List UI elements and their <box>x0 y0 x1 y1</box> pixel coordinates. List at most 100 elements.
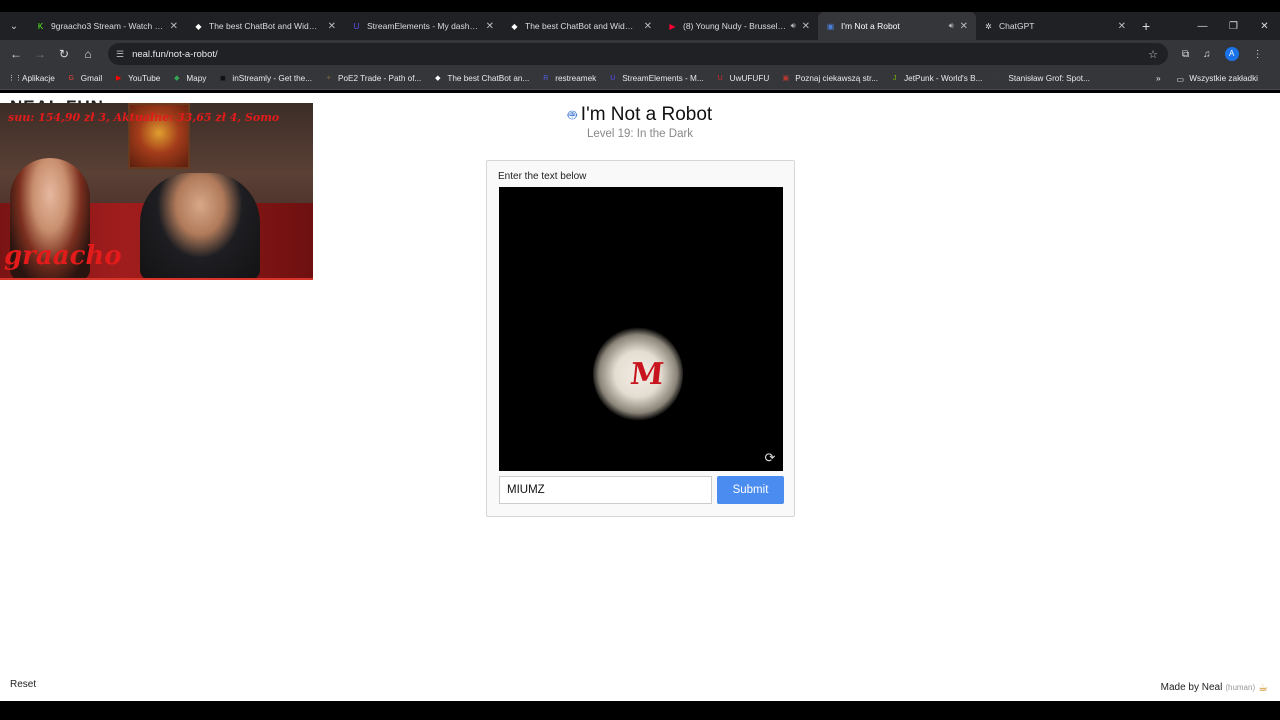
browser-tab[interactable]: ▶ (8) Young Nudy - Brussel Sp 🔊︎ ✕ <box>660 12 818 40</box>
restore-icon[interactable]: ❐ <box>1218 21 1249 32</box>
bookmark-item[interactable]: G Gmail <box>67 74 103 83</box>
bookmark-item[interactable]: U StreamElements - M... <box>608 74 703 83</box>
toolbar-actions: ⧉ ♫ A ⋮ <box>1182 47 1263 61</box>
tab-title: ChatGPT <box>999 21 1035 31</box>
page-title-text: I'm Not a Robot <box>580 104 713 125</box>
bookmark-label: JetPunk - World's B... <box>904 74 983 83</box>
reload-icon[interactable]: ↻ <box>52 47 76 61</box>
bookmark-favicon-icon: ✦ <box>325 75 332 82</box>
bookmark-favicon-icon: ⋮⋮ <box>8 75 22 82</box>
captcha-image[interactable]: M ⟳ <box>499 187 783 471</box>
bookmark-item[interactable]: ◦ Stanisław Grof: Spot... <box>994 74 1090 83</box>
bookmark-favicon-icon: J <box>892 75 897 82</box>
bookmark-favicon-icon: ◆ <box>174 75 180 82</box>
browser-tab[interactable]: ✲ ChatGPT ✕ <box>976 12 1134 40</box>
media-controls-icon[interactable]: ♫ <box>1203 49 1211 60</box>
captcha-card: Enter the text below M ⟳ MIUMZ Submit <box>486 160 795 517</box>
bookmark-item[interactable]: ◆ The best ChatBot an... <box>433 74 529 83</box>
extensions-icon[interactable]: ⧉ <box>1182 49 1189 60</box>
bookmark-item[interactable]: ◆ Mapy <box>172 74 206 83</box>
bookmark-favicon-icon: ▣ <box>782 75 790 82</box>
window-controls: — ❐ ✕ <box>1187 12 1280 40</box>
bookmark-favicon-icon: ◦ <box>997 75 1001 82</box>
more-bookmarks-icon[interactable]: » <box>1156 74 1161 83</box>
bookmark-star-icon[interactable]: ☆ <box>1148 48 1158 61</box>
tab-strip: ⌄ K 9graacho3 Stream - Watch Live ✕ ◆ The be… <box>0 12 1280 40</box>
tab-favicon-icon: U <box>353 21 360 31</box>
bookmark-item[interactable]: U UwUFUFU <box>716 74 770 83</box>
home-icon[interactable]: ⌂ <box>76 47 100 61</box>
bookmark-favicon-icon: G <box>68 75 74 82</box>
all-bookmarks-label: Wszystkie zakładki <box>1189 74 1258 83</box>
bookmark-label: Gmail <box>80 74 103 83</box>
tab-close-icon[interactable]: ✕ <box>328 21 336 32</box>
tab-close-icon[interactable]: ✕ <box>644 21 652 32</box>
folder-icon: ▭ <box>1176 74 1185 84</box>
browser-tab[interactable]: U StreamElements - My dashboard ✕ <box>344 12 502 40</box>
bookmark-item[interactable]: ⋮⋮ Aplikacje <box>8 74 55 83</box>
bookmark-label: PoE2 Trade - Path of... <box>338 74 422 83</box>
browser-tab[interactable]: ◆ The best ChatBot and Widgets ✕ <box>502 12 660 40</box>
browser-tab[interactable]: K 9graacho3 Stream - Watch Live ✕ <box>28 12 186 40</box>
back-icon[interactable]: ← <box>4 47 28 61</box>
close-window-icon[interactable]: ✕ <box>1249 21 1280 32</box>
tab-close-icon[interactable]: ✕ <box>960 21 968 32</box>
tab-favicon-icon: ▣ <box>826 21 835 31</box>
all-bookmarks-folder[interactable]: ▭ Wszystkie zakładki <box>1177 74 1258 84</box>
tab-title: StreamElements - My dashboard <box>367 21 480 31</box>
made-by-credit[interactable]: Made by Neal (human) ☕︎ <box>1161 681 1268 694</box>
reset-button[interactable]: Reset <box>10 679 36 690</box>
bookmark-item[interactable]: J JetPunk - World's B... <box>890 74 983 83</box>
tab-audio-icon[interactable]: 🔊︎ <box>949 21 954 31</box>
bookmark-item[interactable]: ▣ Poznaj ciekawszą str... <box>781 74 878 83</box>
site-info-icon[interactable]: ☰ <box>116 49 124 60</box>
tab-search-icon[interactable]: ⌄ <box>6 18 22 34</box>
stream-name-text: graacho <box>4 241 122 271</box>
bookmark-label: Aplikacje <box>22 74 55 83</box>
tab-close-icon[interactable]: ✕ <box>802 21 810 32</box>
tab-close-icon[interactable]: ✕ <box>170 21 178 32</box>
robot-icon: 🤖︎ <box>567 107 577 124</box>
bookmark-label: inStreamly - Get the... <box>232 74 313 83</box>
bookmark-favicon-icon: ◼ <box>219 75 226 82</box>
bookmark-label: Poznaj ciekawszą str... <box>795 74 879 83</box>
address-bar[interactable]: ☰ neal.fun/not-a-robot/ ☆ <box>108 43 1168 65</box>
coffee-icon: ☕︎ <box>1258 682 1268 694</box>
bookmark-favicon-icon: ▶ <box>115 75 122 82</box>
bookmark-label: StreamElements - M... <box>622 74 704 83</box>
page-content: NEAL.FUN suu: 154,90 zł 3, Aktualne: 33,… <box>0 93 1280 701</box>
page-title: 🤖︎ I'm Not a Robot <box>0 104 1280 126</box>
refresh-captcha-icon[interactable]: ⟳ <box>763 451 777 465</box>
url-text: neal.fun/not-a-robot/ <box>132 48 218 60</box>
browser-toolbar: ← → ↻ ⌂ ☰ neal.fun/not-a-robot/ ☆ ⧉ ♫ A … <box>0 40 1280 68</box>
tab-title: The best ChatBot and Widgets <box>209 21 322 31</box>
minimize-icon[interactable]: — <box>1187 21 1218 32</box>
tab-audio-icon[interactable]: 🔊︎ <box>791 21 796 31</box>
streamer-person-right <box>140 173 260 278</box>
tab-title: I'm Not a Robot <box>841 21 900 31</box>
bookmark-item[interactable]: ◼ inStreamly - Get the... <box>218 74 312 83</box>
tab-favicon-icon: ◆ <box>511 21 518 31</box>
made-by-note: (human) <box>1225 683 1256 692</box>
tab-title: The best ChatBot and Widgets <box>525 21 638 31</box>
new-tab-icon[interactable]: + <box>1142 18 1150 34</box>
bookmark-label: Stanisław Grof: Spot... <box>1008 74 1090 83</box>
captcha-answer-input[interactable]: MIUMZ <box>499 476 712 504</box>
submit-button[interactable]: Submit <box>717 476 784 504</box>
tab-close-icon[interactable]: ✕ <box>486 21 494 32</box>
browser-tab[interactable]: ▣ I'm Not a Robot 🔊︎ ✕ <box>818 12 976 40</box>
bookmark-item[interactable]: ✦ PoE2 Trade - Path of... <box>324 74 422 83</box>
tab-close-icon[interactable]: ✕ <box>1118 21 1126 32</box>
profile-avatar[interactable]: A <box>1224 47 1239 61</box>
bookmark-item[interactable]: Rrestreamek <box>541 74 596 83</box>
menu-icon[interactable]: ⋮ <box>1253 49 1263 60</box>
bookmarks-list: ⋮⋮ Aplikacje G Gmail ▶ YouTube ◆ Mapy ◼ inStreaml… <box>8 74 1102 83</box>
tabs-container: K 9graacho3 Stream - Watch Live ✕ ◆ The best… <box>28 12 1134 40</box>
tab-favicon-icon: ▶ <box>669 21 676 31</box>
bookmark-label: YouTube <box>128 74 161 83</box>
bookmark-label: UwUFUFU <box>729 74 770 83</box>
bookmark-item[interactable]: ▶ YouTube <box>114 74 160 83</box>
bookmark-favicon-icon: ◆ <box>435 75 441 82</box>
browser-tab[interactable]: ◆ The best ChatBot and Widgets ✕ <box>186 12 344 40</box>
forward-icon[interactable]: → <box>28 47 52 61</box>
